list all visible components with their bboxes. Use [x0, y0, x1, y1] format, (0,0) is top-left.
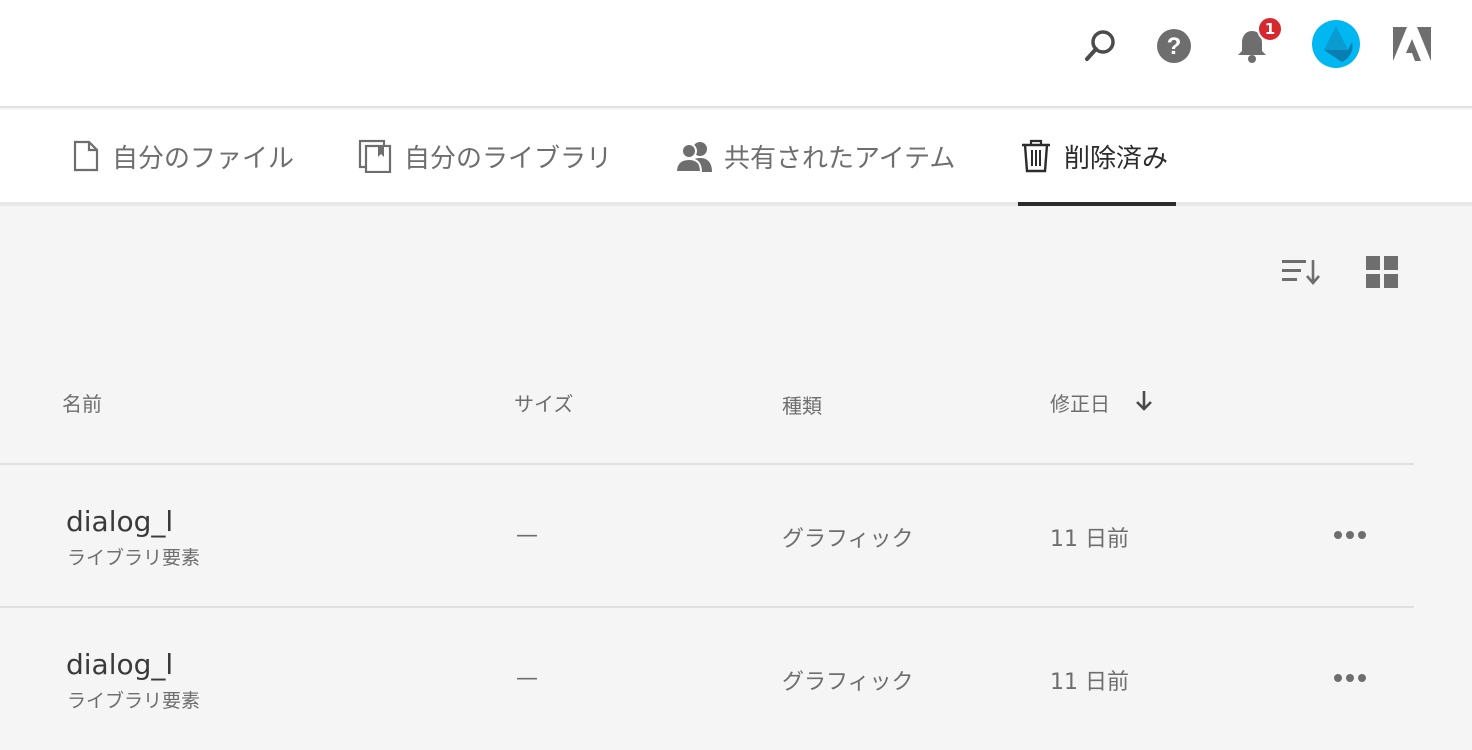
column-header-modified[interactable]: 修正日: [1050, 388, 1110, 417]
tab-bar: 自分のファイル 自分のライブラリ 共有されたアイテム 削除済み: [0, 110, 1472, 206]
sort-icon[interactable]: [1280, 252, 1320, 292]
item-subtitle: ライブラリ要素: [67, 690, 201, 712]
notification-badge: 1: [1257, 16, 1283, 42]
adobe-logo[interactable]: [1390, 24, 1434, 68]
sort-descending-icon[interactable]: [1133, 388, 1155, 414]
search-icon[interactable]: [1080, 26, 1120, 66]
tab-my-files[interactable]: 自分のファイル: [72, 110, 294, 202]
svg-text:?: ?: [1167, 33, 1182, 60]
more-actions-icon[interactable]: [1328, 521, 1372, 549]
tab-label: 自分のファイル: [112, 143, 295, 174]
tab-label: 削除済み: [1064, 143, 1169, 174]
tab-label: 自分のライブラリ: [404, 143, 613, 174]
top-bar: ? 1: [0, 0, 1472, 108]
column-header-size[interactable]: サイズ: [514, 388, 573, 417]
people-icon: [676, 140, 712, 172]
tab-label: 共有されたアイテム: [724, 143, 956, 174]
avatar[interactable]: [1310, 18, 1362, 70]
table-row[interactable]: dialog_l ライブラリ要素 — グラフィック 11 日前: [0, 608, 1414, 750]
column-header-name[interactable]: 名前: [62, 388, 102, 417]
tab-my-libraries[interactable]: 自分のライブラリ: [358, 110, 612, 202]
trash-icon: [1020, 139, 1052, 173]
item-name[interactable]: dialog_l: [66, 648, 173, 681]
item-name[interactable]: dialog_l: [66, 505, 173, 538]
file-icon: [72, 140, 100, 172]
library-icon: [358, 139, 392, 173]
column-header-kind[interactable]: 種類: [782, 390, 822, 419]
item-kind: グラフィック: [782, 527, 914, 552]
tab-deleted[interactable]: 削除済み: [1020, 110, 1168, 202]
item-kind: グラフィック: [782, 670, 914, 695]
grid-view-icon[interactable]: [1362, 252, 1402, 292]
tab-shared-items[interactable]: 共有されたアイテム: [676, 110, 955, 202]
item-size: —: [516, 666, 538, 691]
table-row[interactable]: dialog_l ライブラリ要素 — グラフィック 11 日前: [0, 465, 1414, 607]
active-tab-indicator: [1018, 202, 1176, 206]
item-modified: 11 日前: [1050, 670, 1129, 695]
item-size: —: [516, 523, 538, 548]
item-subtitle: ライブラリ要素: [67, 547, 201, 569]
more-actions-icon[interactable]: [1328, 664, 1372, 692]
item-modified: 11 日前: [1050, 527, 1129, 552]
help-icon[interactable]: ?: [1154, 26, 1194, 66]
